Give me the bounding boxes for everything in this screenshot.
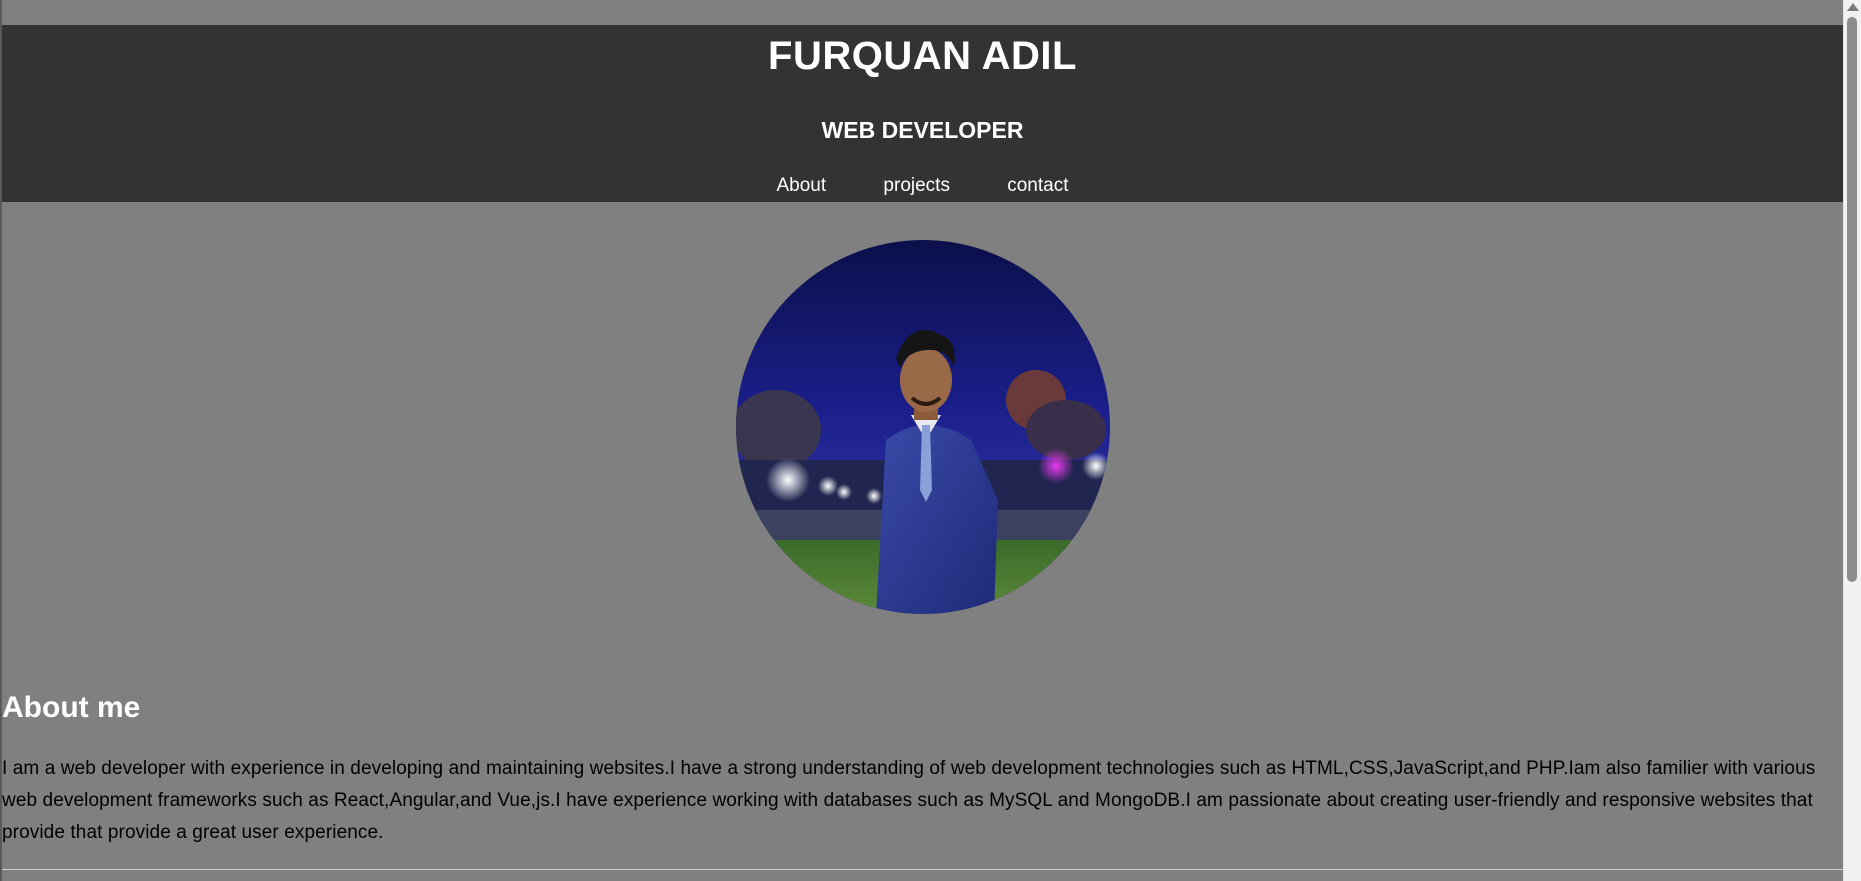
page: FURQUAN ADIL WEB DEVELOPER About project… <box>0 0 1861 881</box>
top-strip <box>0 0 1843 25</box>
site-subtitle: WEB DEVELOPER <box>821 117 1024 143</box>
vertical-scrollbar[interactable] <box>1843 0 1861 881</box>
nav-link-contact[interactable]: contact <box>1007 175 1068 197</box>
section-divider <box>2 869 1843 870</box>
nav-link-about[interactable]: About <box>776 175 826 197</box>
site-title: FURQUAN ADIL <box>768 34 1077 78</box>
profile-photo-image <box>736 240 1110 614</box>
profile-photo <box>736 240 1110 614</box>
scrollbar-thumb[interactable] <box>1847 17 1857 582</box>
about-heading: About me <box>2 691 141 724</box>
about-paragraph: I am a web developer with experience in … <box>2 758 1816 843</box>
main-nav: About projects contact <box>2 175 1843 197</box>
scroll-up-arrow-icon[interactable] <box>1847 3 1859 11</box>
nav-link-projects[interactable]: projects <box>883 175 950 197</box>
site-header: FURQUAN ADIL WEB DEVELOPER About project… <box>2 25 1843 202</box>
